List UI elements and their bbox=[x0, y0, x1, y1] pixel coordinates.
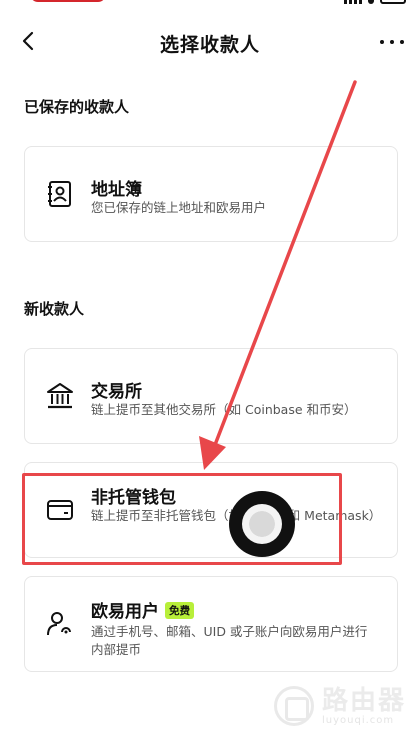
touch-indicator-center bbox=[242, 504, 282, 544]
watermark-url: luyouqi.com bbox=[321, 714, 395, 726]
battery-icon bbox=[380, 0, 406, 4]
card-desc: 通过手机号、邮箱、UID 或子账户向欧易用户进行内部提币 bbox=[91, 624, 368, 657]
section-title-new: 新收款人 bbox=[24, 300, 85, 318]
card-desc: 链上提币至其他交易所（如 Coinbase 和币安） bbox=[91, 402, 357, 417]
card-title: 地址簿 bbox=[91, 180, 142, 200]
watermark-text: 路由器 luyouqi.com bbox=[322, 687, 406, 726]
exchange-card[interactable]: 交易所 链上提币至其他交易所（如 Coinbase 和币安） bbox=[24, 348, 398, 444]
section-title-saved: 已保存的收款人 bbox=[24, 98, 130, 116]
address-book-card[interactable]: 地址簿 您已保存的链上地址和欧易用户 bbox=[24, 146, 398, 242]
card-title: 欧易用户 bbox=[91, 602, 159, 622]
signal-icon bbox=[344, 0, 362, 4]
contact-book-icon bbox=[48, 181, 71, 207]
user-icon bbox=[47, 612, 71, 636]
more-icon[interactable] bbox=[380, 32, 404, 52]
status-icons bbox=[344, 0, 406, 4]
wifi-icon bbox=[368, 0, 374, 4]
nav-header: 选择收款人 bbox=[0, 22, 420, 62]
more-dot bbox=[400, 40, 404, 44]
watermark: 路由器 luyouqi.com bbox=[273, 686, 406, 726]
watermark-logo-icon bbox=[273, 686, 314, 726]
status-bar bbox=[0, 0, 420, 10]
status-pill bbox=[30, 0, 106, 2]
bank-building-icon bbox=[47, 383, 73, 409]
watermark-name: 路由器 bbox=[321, 685, 406, 716]
free-badge: 免费 bbox=[165, 602, 194, 619]
more-dot bbox=[380, 40, 384, 44]
card-desc: 您已保存的链上地址和欧易用户 bbox=[91, 200, 267, 215]
more-dot bbox=[390, 40, 394, 44]
card-title-row: 欧易用户 免费 bbox=[91, 597, 194, 622]
card-title: 交易所 bbox=[91, 382, 142, 402]
page-title: 选择收款人 bbox=[159, 34, 260, 56]
okx-user-card[interactable]: 欧易用户 免费 通过手机号、邮箱、UID 或子账户向欧易用户进行内部提币 bbox=[24, 576, 398, 672]
